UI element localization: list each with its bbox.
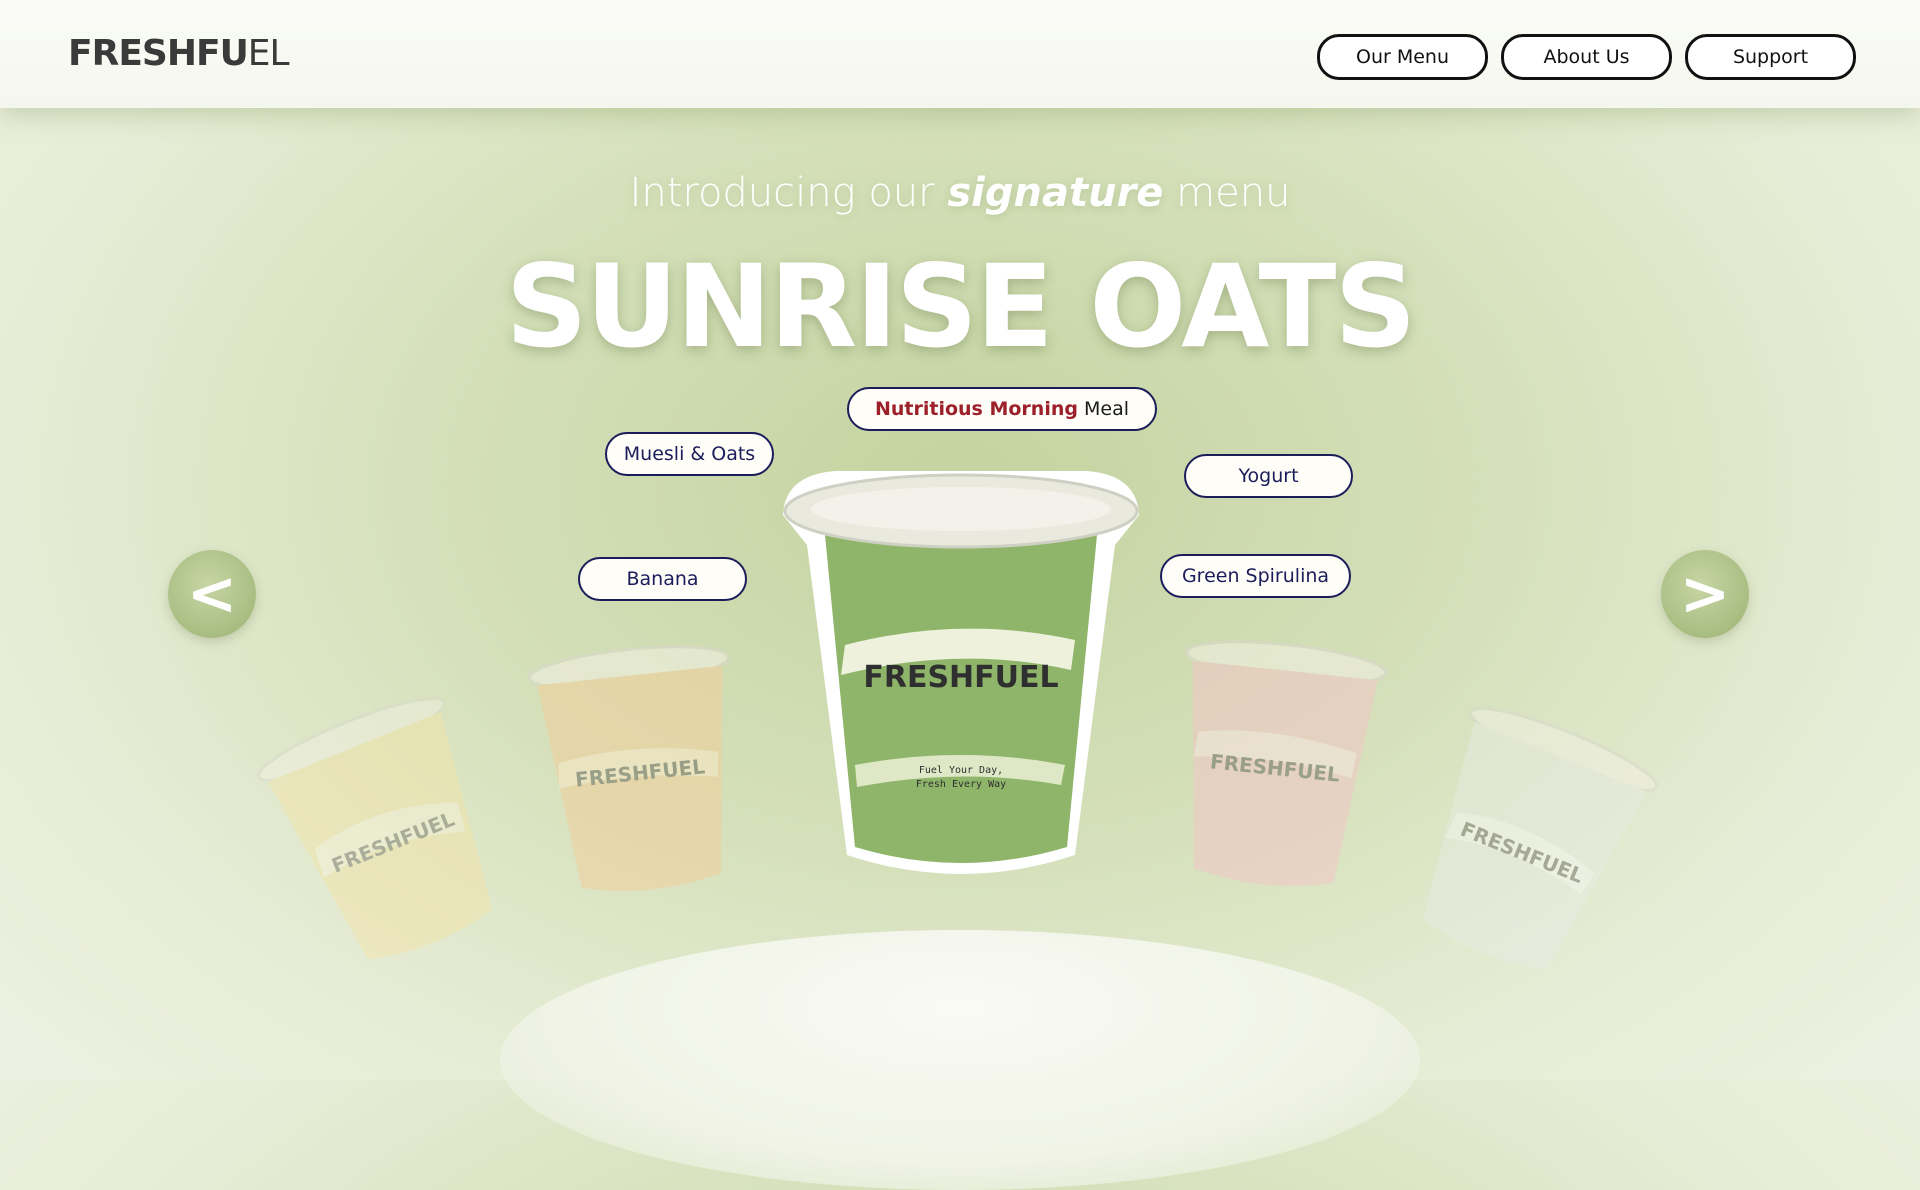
cup-pink-smoothie[interactable]: FRESHFUEL — [1157, 630, 1393, 906]
tag-yogurt: Yogurt — [1184, 454, 1353, 498]
cup-orange-smoothie[interactable]: FRESHFUEL — [522, 635, 758, 911]
cup-white-smoothie[interactable]: FRESHFUEL — [1381, 690, 1669, 1000]
product-title: SUNRISE OATS — [505, 240, 1416, 373]
display-platform — [500, 930, 1420, 1190]
nav-support-button[interactable]: Support — [1685, 34, 1856, 80]
tag-nutritious-morning-meal: Nutritious Morning Meal — [847, 387, 1157, 431]
site-header: FRESHFUEL Our Menu About Us Support — [0, 0, 1920, 108]
cup-slogan-line-1: Fuel Your Day, — [919, 765, 1003, 776]
cup-yellow-smoothie[interactable]: FRESHFUEL — [246, 680, 534, 990]
carousel-next-button[interactable]: > — [1661, 550, 1749, 638]
tag-muesli-oats: Muesli & Oats — [605, 432, 774, 476]
nav-about-us-button[interactable]: About Us — [1501, 34, 1672, 80]
cup-logo-text: FRESHFUEL — [863, 660, 1058, 695]
carousel-prev-button[interactable]: < — [168, 550, 256, 638]
freshfuel-logo[interactable]: FRESHFUEL — [68, 30, 290, 78]
tag-green-spirulina: Green Spirulina — [1160, 554, 1351, 598]
cup-green-smoothie-featured[interactable]: FRESHFUEL Fuel Your Day, Fresh Every Way — [775, 465, 1147, 895]
nav-our-menu-button[interactable]: Our Menu — [1317, 34, 1488, 80]
cup-slogan-line-2: Fresh Every Way — [916, 779, 1006, 790]
intro-tagline: Introducing our signature menu — [629, 170, 1291, 216]
main-nav: Our Menu About Us Support — [1317, 34, 1856, 80]
tag-banana: Banana — [578, 557, 747, 601]
